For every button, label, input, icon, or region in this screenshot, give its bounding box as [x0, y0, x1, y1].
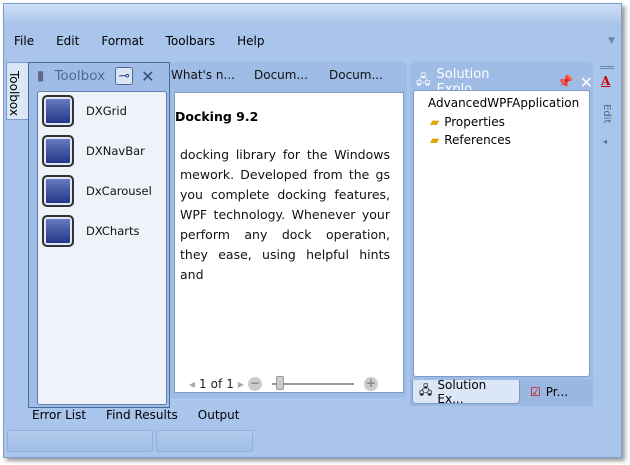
navbar-icon: [42, 135, 74, 167]
tab-document-1[interactable]: Docum...: [254, 68, 308, 82]
toolbox-icon: ▮: [37, 68, 45, 84]
solution-icon: 🖧: [419, 383, 433, 397]
grid-icon: [42, 95, 74, 127]
close-icon[interactable]: ✕: [580, 73, 593, 92]
title-bar: [4, 4, 621, 28]
next-page-icon[interactable]: ▸: [238, 377, 244, 391]
menu-file[interactable]: File: [14, 34, 34, 48]
pager: ◂ 1 of 1 ▸ − +: [189, 376, 378, 391]
main-window: File Edit Format Toolbars Help ▼ What's …: [3, 3, 622, 458]
tab-solution-explorer[interactable]: 🖧 Solution Ex...: [412, 378, 520, 406]
toolbox-header: ▮ Toolbox ⊸ ✕: [29, 63, 169, 89]
toolbox-item-dxcharts[interactable]: DXCharts: [42, 215, 140, 247]
close-icon[interactable]: ✕: [141, 67, 154, 86]
properties-icon: ☑: [530, 385, 541, 399]
tab-error-list[interactable]: Error List: [32, 408, 86, 422]
solution-tree: AdvancedWPFApplication ▰ Properties ▰ Refe…: [413, 90, 590, 377]
charts-icon: [42, 215, 74, 247]
folder-icon: ▰: [430, 115, 440, 129]
zoom-out-icon[interactable]: −: [247, 377, 262, 391]
total-pages: 1: [226, 377, 234, 391]
menu-help[interactable]: Help: [237, 34, 264, 48]
carousel-icon: [42, 175, 74, 207]
bottom-tabs: Error List Find Results Output: [32, 408, 239, 422]
toolbox-item-dxgrid[interactable]: DXGrid: [42, 95, 127, 127]
menu-toolbars[interactable]: Toolbars: [166, 34, 215, 48]
document-content: Docking 9.2 docking library for the Wind…: [174, 92, 404, 393]
pin-icon[interactable]: ⊸: [115, 67, 134, 85]
tree-root[interactable]: AdvancedWPFApplication: [428, 96, 579, 110]
tab-properties[interactable]: ☑ Pr...: [524, 380, 574, 404]
solution-tabs: 🖧 Solution Ex... ☑ Pr...: [410, 378, 593, 406]
current-page: 1: [199, 377, 207, 391]
document-heading: Docking 9.2: [175, 109, 259, 124]
folder-icon: ▰: [430, 133, 440, 147]
toolbox-list: DXGrid DXNavBar DxCarousel DXCharts: [37, 91, 167, 405]
font-color-icon[interactable]: A: [601, 74, 610, 88]
toolbox-item-dxnavbar[interactable]: DXNavBar: [42, 135, 145, 167]
zoom-in-icon[interactable]: +: [363, 377, 378, 391]
solution-explorer-panel: 🖧 Solution Explo... 📌 ✕ AdvancedWPFAppli…: [410, 62, 593, 406]
toolbox-item-dxcarousel[interactable]: DxCarousel: [42, 175, 152, 207]
edit-toolbar-label[interactable]: Edit: [601, 104, 612, 123]
zoom-slider-thumb[interactable]: [275, 376, 284, 390]
collapse-icon[interactable]: ◂: [603, 137, 607, 146]
status-bar: [7, 430, 253, 452]
tab-document-2[interactable]: Docum...: [329, 68, 383, 82]
right-toolbar-strip: A Edit ◂: [594, 62, 621, 162]
toolbox-title: Toolbox: [54, 68, 106, 84]
prev-page-icon[interactable]: ◂: [189, 377, 195, 391]
menu-format[interactable]: Format: [101, 34, 143, 48]
document-body: docking library for the Windows mework. …: [180, 147, 390, 282]
status-panel-2: [156, 430, 253, 452]
page-of: of: [210, 377, 223, 391]
tree-item-references[interactable]: ▰ References: [430, 133, 511, 147]
menu-edit[interactable]: Edit: [56, 34, 79, 48]
zoom-slider[interactable]: [271, 376, 354, 390]
menu-overflow-icon[interactable]: ▼: [608, 36, 615, 46]
toolbox-side-tab[interactable]: Toolbox: [6, 62, 30, 120]
tab-find-results[interactable]: Find Results: [106, 408, 178, 422]
tab-output[interactable]: Output: [198, 408, 240, 422]
tab-whats-new[interactable]: What's n...: [171, 68, 235, 82]
pin-icon[interactable]: 📌: [557, 75, 573, 90]
tree-item-properties[interactable]: ▰ Properties: [430, 115, 505, 129]
document-panel: What's n... Docum... Docum... Docking 9.…: [169, 62, 407, 398]
menu-bar: File Edit Format Toolbars Help ▼: [4, 30, 621, 52]
grip-icon[interactable]: [600, 66, 614, 69]
toolbox-flyout: ▮ Toolbox ⊸ ✕ DXGrid DXNavBar DxCarousel…: [28, 62, 170, 408]
status-panel-1: [7, 430, 153, 452]
